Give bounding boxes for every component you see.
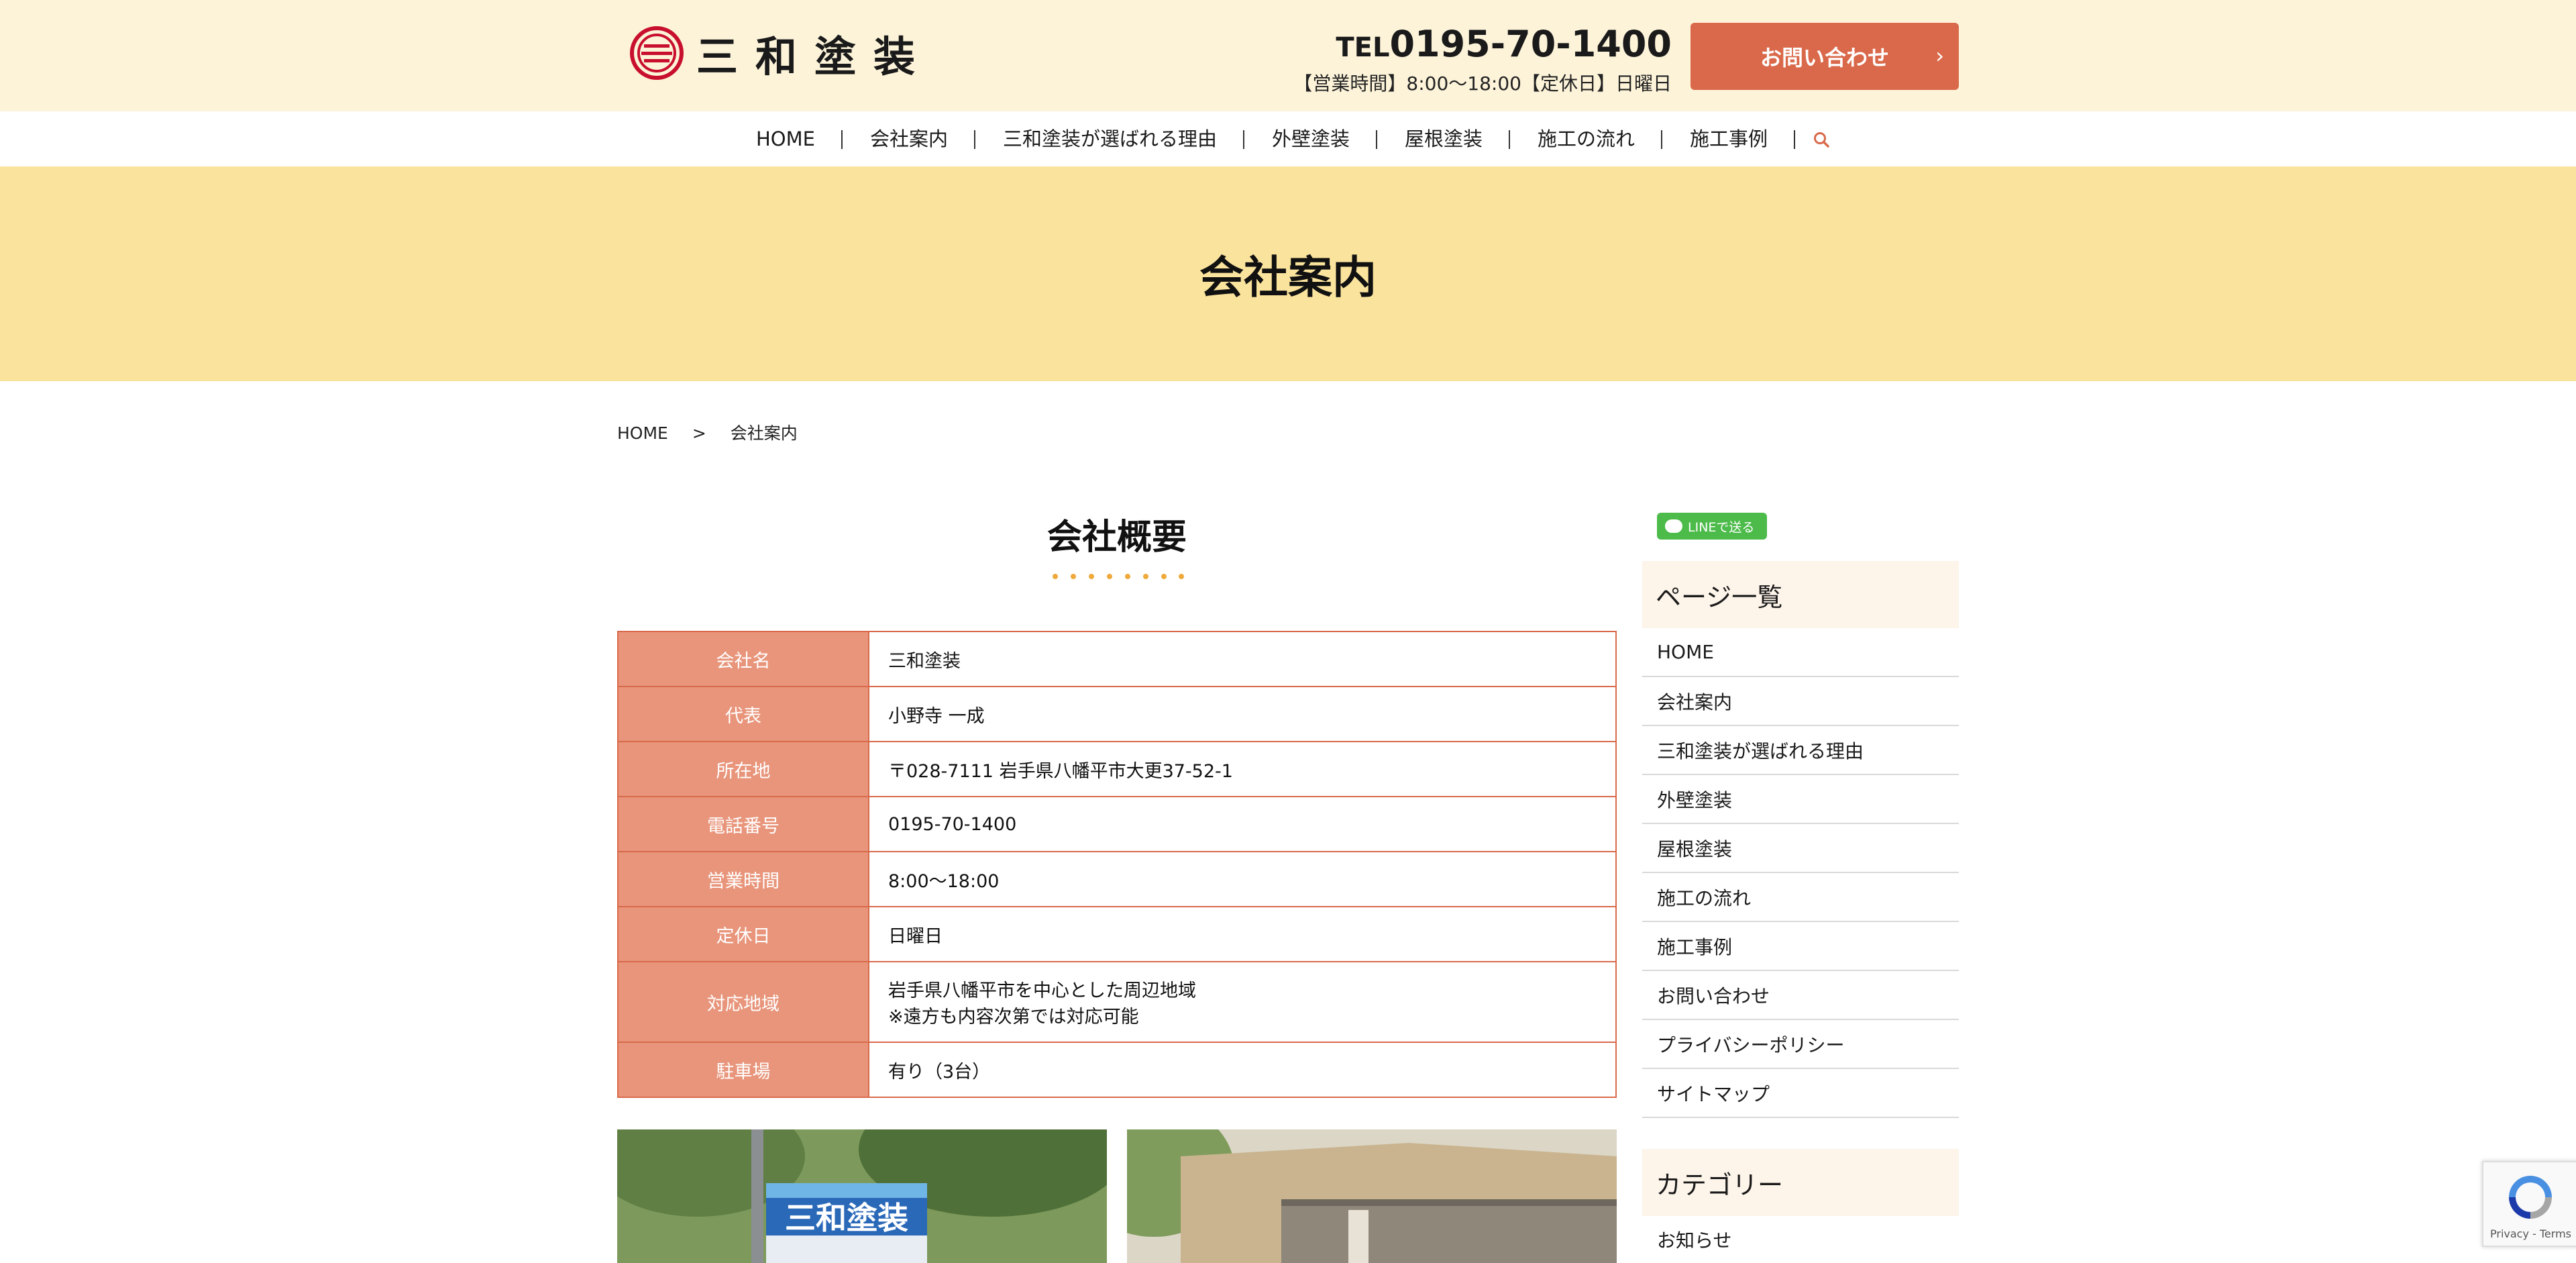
logo-text: 三和塗装: [696, 32, 933, 81]
sidebar-item-roof[interactable]: 屋根塗装: [1642, 824, 1959, 873]
sidebar-item-contact[interactable]: お問い合わせ: [1642, 971, 1959, 1020]
sign-photo-graphic: 三和塗装: [617, 1129, 1107, 1263]
sidebar-item-privacy[interactable]: プライバシーポリシー: [1642, 1020, 1959, 1069]
tel-number: 0195-70-1400: [1389, 23, 1672, 65]
breadcrumb-separator: >: [692, 423, 706, 443]
page-title: 会社案内: [1199, 252, 1377, 303]
table-header-cell: 駐車場: [617, 1042, 869, 1098]
sidebar-item-process[interactable]: 施工の流れ: [1642, 873, 1959, 922]
company-photo-building: [1127, 1129, 1617, 1263]
search-icon: [1814, 132, 1829, 148]
contact-info: TEL0195-70-1400 【営業時間】8:00〜18:00【定休日】日曜日: [1293, 23, 1672, 97]
nav-item-company[interactable]: 会社案内: [843, 111, 975, 166]
logo-mark-icon: [630, 26, 684, 80]
nav-item-process[interactable]: 施工の流れ: [1510, 111, 1663, 166]
sidebar-item-reasons[interactable]: 三和塗装が選ばれる理由: [1642, 726, 1959, 775]
table-row: 会社名 三和塗装: [617, 631, 1617, 687]
table-header-cell: 所在地: [617, 741, 869, 797]
recaptcha-terms[interactable]: Privacy - Terms: [2490, 1227, 2571, 1240]
breadcrumb-current: 会社案内: [730, 423, 798, 443]
table-row: 定休日 日曜日: [617, 906, 1617, 962]
table-value-cell: 〒028-7111 岩手県八幡平市大更37-52-1: [868, 741, 1617, 797]
company-photo-sign: 三和塗装: [617, 1129, 1107, 1263]
recaptcha-icon: [2509, 1176, 2552, 1219]
service-area-line: 岩手県八幡平市を中心とした周辺地域: [888, 980, 1196, 1001]
contact-button-label: お問い合わせ: [1760, 45, 1889, 70]
table-row: 対応地域 岩手県八幡平市を中心とした周辺地域 ※遠方も内容次第では対応可能: [617, 961, 1617, 1043]
sign-text: 三和塗装: [785, 1200, 908, 1236]
section-title: 会社概要: [1046, 517, 1187, 558]
sidebar-category-list: お知らせ: [1642, 1216, 1959, 1263]
service-area-note: ※遠方も内容次第では対応可能: [888, 1007, 1139, 1027]
table-header-cell: 電話番号: [617, 796, 869, 852]
table-row: 代表 小野寺 一成: [617, 686, 1617, 742]
sidebar-item-sitemap[interactable]: サイトマップ: [1642, 1069, 1959, 1118]
nav-item-roof[interactable]: 屋根塗装: [1377, 111, 1511, 166]
building-photo-graphic: [1127, 1129, 1617, 1263]
table-value-cell: 8:00〜18:00: [868, 851, 1617, 907]
table-header-cell: 会社名: [617, 631, 869, 687]
recaptcha-badge[interactable]: Privacy - Terms: [2482, 1161, 2576, 1247]
line-share-button[interactable]: LINEで送る: [1657, 513, 1767, 540]
sidebar-item-company[interactable]: 会社案内: [1642, 677, 1959, 726]
sidebar-category-news[interactable]: お知らせ: [1642, 1216, 1959, 1263]
table-header-cell: 代表: [617, 686, 869, 742]
sidebar-pages-list: HOME 会社案内 三和塗装が選ばれる理由 外壁塗装 屋根塗装 施工の流れ 施工…: [1642, 628, 1959, 1118]
site-logo[interactable]: 三和塗装: [629, 24, 932, 82]
sidebar-pages-heading: ページ一覧: [1642, 561, 1959, 628]
contact-button[interactable]: お問い合わせ ›: [1690, 23, 1959, 90]
table-header-cell: 対応地域: [617, 961, 869, 1043]
sidebar-item-exterior-wall[interactable]: 外壁塗装: [1642, 775, 1959, 824]
table-value-cell: 小野寺 一成: [868, 686, 1617, 742]
table-value-cell: 0195-70-1400: [868, 796, 1617, 852]
site-header: 三和塗装 TEL0195-70-1400 【営業時間】8:00〜18:00【定休…: [0, 0, 2576, 111]
table-value-cell: 三和塗装: [868, 631, 1617, 687]
decorative-dots: [1053, 574, 1184, 579]
breadcrumb-home[interactable]: HOME: [617, 423, 668, 443]
table-row: 営業時間 8:00〜18:00: [617, 851, 1617, 907]
global-nav: HOME 会社案内 三和塗装が選ばれる理由 外壁塗装 屋根塗装 施工の流れ 施工…: [0, 111, 2576, 166]
nav-item-exterior-wall[interactable]: 外壁塗装: [1244, 111, 1378, 166]
nav-item-reasons[interactable]: 三和塗装が選ばれる理由: [975, 111, 1244, 166]
page-banner: 会社案内: [0, 166, 2576, 381]
table-row: 電話番号 0195-70-1400: [617, 796, 1617, 852]
table-header-cell: 定休日: [617, 906, 869, 962]
business-hours: 【営業時間】8:00〜18:00【定休日】日曜日: [1293, 72, 1672, 95]
sidebar-category-heading: カテゴリー: [1642, 1149, 1959, 1216]
table-row: 所在地 〒028-7111 岩手県八幡平市大更37-52-1: [617, 741, 1617, 797]
chevron-right-icon: ›: [1935, 43, 1944, 68]
line-icon: [1665, 519, 1682, 533]
table-value-cell: 有り（3台）: [868, 1042, 1617, 1098]
line-share-label: LINEで送る: [1688, 519, 1755, 535]
table-row: 駐車場 有り（3台）: [617, 1042, 1617, 1098]
table-header-cell: 営業時間: [617, 851, 869, 907]
table-value-cell: 岩手県八幡平市を中心とした周辺地域 ※遠方も内容次第では対応可能: [868, 961, 1617, 1043]
sidebar-item-home[interactable]: HOME: [1642, 628, 1959, 677]
breadcrumb: HOME > 会社案内: [617, 420, 798, 444]
nav-item-works[interactable]: 施工事例: [1662, 111, 1796, 166]
nav-search-button[interactable]: [1795, 111, 1847, 166]
tel-prefix: TEL: [1336, 32, 1390, 63]
company-info-table: 会社名 三和塗装 代表 小野寺 一成 所在地 〒028-7111 岩手県八幡平市…: [617, 631, 1617, 1098]
sidebar-item-works[interactable]: 施工事例: [1642, 922, 1959, 971]
phone-number[interactable]: TEL0195-70-1400: [1293, 23, 1672, 69]
nav-item-home[interactable]: HOME: [729, 111, 843, 166]
table-value-cell: 日曜日: [868, 906, 1617, 962]
